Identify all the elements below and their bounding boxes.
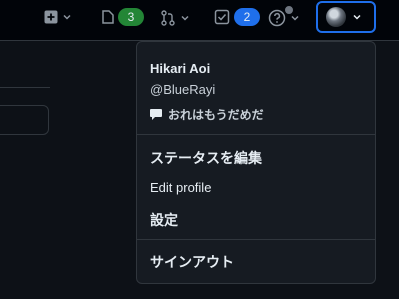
pull-requests-button[interactable] — [160, 10, 190, 26]
avatar — [326, 7, 346, 27]
menu-divider — [137, 134, 375, 135]
user-handle: @BlueRayi — [150, 82, 216, 97]
user-status: おれはもうだめだ — [150, 106, 264, 123]
help-unread-dot — [283, 4, 295, 16]
plus-icon — [44, 10, 58, 24]
edit-profile-menu-item[interactable]: Edit profile — [150, 180, 211, 195]
pull-request-icon — [161, 10, 175, 26]
create-new-button[interactable] — [44, 10, 72, 24]
top-navigation-bar: 3 2 — [0, 0, 399, 41]
user-menu-button[interactable] — [316, 1, 376, 33]
edit-status-menu-item[interactable]: ステータスを編集 — [150, 148, 262, 168]
notifications-count-badge: 2 — [234, 8, 260, 26]
background-input-field[interactable] — [0, 105, 49, 135]
issues-count-badge: 3 — [118, 8, 144, 26]
settings-menu-item[interactable]: 設定 — [150, 210, 178, 230]
user-display-name: Hikari Aoi — [150, 61, 211, 76]
user-status-text: おれはもうだめだ — [168, 108, 264, 122]
checkbox-inbox-icon — [214, 9, 230, 25]
chevron-down-icon — [181, 15, 189, 21]
sign-out-menu-item[interactable]: サインアウト — [150, 252, 234, 272]
chevron-down-icon — [63, 14, 71, 20]
speech-bubble-icon — [150, 109, 162, 120]
notifications-button[interactable]: 2 — [214, 8, 260, 26]
issue-icon — [102, 10, 114, 24]
chevron-down-icon — [353, 14, 361, 20]
menu-divider — [137, 239, 375, 240]
issues-button[interactable]: 3 — [102, 8, 144, 26]
user-dropdown-menu: Hikari Aoi @BlueRayi おれはもうだめだ ステータスを編集 E… — [136, 41, 376, 284]
background-divider — [0, 87, 50, 88]
